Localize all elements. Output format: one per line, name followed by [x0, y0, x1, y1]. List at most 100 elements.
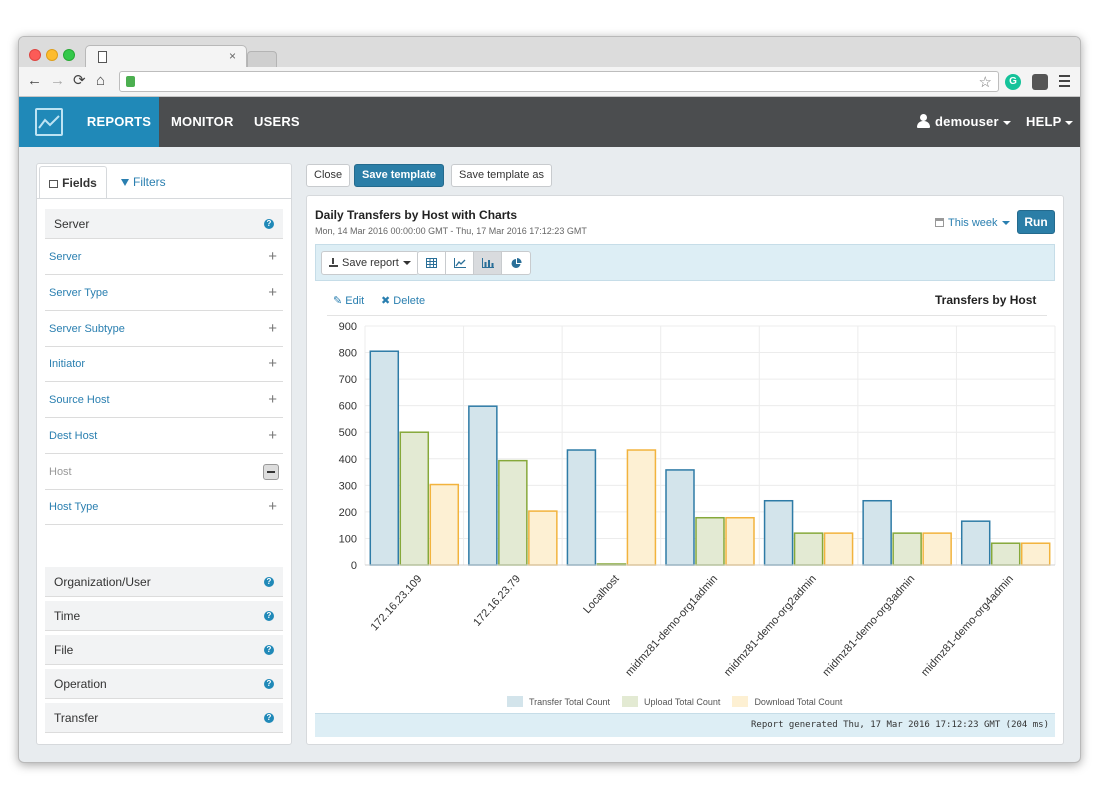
legend-item[interactable]: Transfer Total Count	[507, 696, 610, 707]
close-window-button[interactable]	[29, 49, 41, 61]
report-date-range: Mon, 14 Mar 2016 00:00:00 GMT - Thu, 17 …	[315, 226, 587, 236]
chart-logo-icon	[35, 108, 63, 136]
bar	[468, 405, 498, 566]
field-label: Server	[49, 251, 82, 263]
plus-icon[interactable]: +	[268, 489, 277, 525]
extension-icon[interactable]	[1032, 74, 1048, 90]
bar-chart-view-button[interactable]	[474, 252, 502, 274]
group-transfer[interactable]: Transfer?	[45, 703, 283, 733]
delete-chart-link[interactable]: ✖ Delete	[381, 294, 425, 307]
bar	[960, 520, 991, 566]
minus-icon[interactable]	[263, 464, 279, 480]
pencil-icon: ✎	[333, 295, 346, 307]
line-chart-view-button[interactable]	[446, 252, 474, 274]
address-bar[interactable]: ☆	[119, 71, 999, 92]
help-menu[interactable]: HELP	[1026, 97, 1074, 147]
pie-chart-view-button[interactable]	[502, 252, 530, 274]
home-icon[interactable]: ⌂	[96, 73, 105, 89]
group-label: Transfer	[54, 711, 99, 725]
chevron-down-icon	[1002, 120, 1011, 125]
field-item-server[interactable]: Server +	[45, 239, 283, 275]
close-tab-icon[interactable]: ×	[229, 49, 236, 63]
field-item-initiator[interactable]: Initiator +	[45, 346, 283, 382]
user-menu[interactable]: demouser	[917, 97, 1011, 147]
group-operation[interactable]: Operation?	[45, 669, 283, 699]
download-icon	[329, 258, 338, 267]
forward-icon[interactable]: →	[50, 73, 65, 89]
bar	[725, 516, 755, 566]
bar	[665, 469, 695, 566]
field-label: Initiator	[49, 358, 86, 370]
save-report-button[interactable]: Save report	[321, 251, 419, 275]
group-time[interactable]: Time?	[45, 601, 283, 631]
app-logo[interactable]	[19, 97, 79, 147]
tab-divider	[37, 198, 291, 199]
maximize-window-button[interactable]	[63, 49, 75, 61]
help-icon[interactable]: ?	[264, 713, 274, 723]
y-tick-label: 200	[339, 507, 357, 519]
run-button[interactable]: Run	[1017, 210, 1055, 234]
save-template-button[interactable]: Save template	[354, 164, 444, 187]
close-button[interactable]: Close	[306, 164, 351, 187]
field-item-host-type[interactable]: Host Type +	[45, 489, 283, 525]
view-mode-group	[417, 251, 531, 275]
chevron-down-icon	[1065, 120, 1074, 125]
edit-chart-link[interactable]: ✎ Edit	[333, 294, 364, 307]
bar	[922, 532, 952, 566]
help-icon[interactable]: ?	[264, 577, 274, 587]
table-icon	[426, 258, 437, 268]
columns-icon	[49, 180, 59, 188]
group-server[interactable]: Server ?	[45, 209, 283, 239]
legend-item[interactable]: Upload Total Count	[622, 696, 720, 707]
tab-filters[interactable]: Filters	[121, 166, 166, 198]
y-tick-label: 800	[339, 348, 357, 360]
browser-tab[interactable]: ×	[85, 45, 247, 69]
plus-icon[interactable]: +	[268, 311, 277, 347]
field-label: Server Type	[49, 287, 109, 299]
group-organization-user[interactable]: Organization/User?	[45, 567, 283, 597]
browser-menu-icon[interactable]	[1059, 75, 1070, 90]
nav-reports[interactable]: REPORTS	[79, 97, 159, 147]
x-tick-label: midmz81-demo-org1admin	[623, 573, 720, 679]
save-template-as-button[interactable]: Save template as	[451, 164, 552, 187]
report-footer: Report generated Thu, 17 Mar 2016 17:12:…	[315, 713, 1055, 737]
field-item-dest-host[interactable]: Dest Host +	[45, 418, 283, 454]
new-tab-button[interactable]	[247, 51, 277, 67]
plus-icon[interactable]: +	[268, 382, 277, 418]
plus-icon[interactable]: +	[268, 418, 277, 454]
minimize-window-button[interactable]	[46, 49, 58, 61]
field-item-server-subtype[interactable]: Server Subtype +	[45, 311, 283, 347]
chevron-down-icon	[402, 261, 411, 266]
help-icon[interactable]: ?	[264, 611, 274, 621]
table-view-button[interactable]	[418, 252, 446, 274]
back-icon[interactable]: ←	[27, 73, 42, 89]
period-selector[interactable]: This week	[935, 217, 1010, 229]
bookmark-star-icon[interactable]: ☆	[979, 73, 992, 91]
nav-users[interactable]: USERS	[254, 97, 300, 147]
plus-icon[interactable]: +	[268, 275, 277, 311]
field-item-source-host[interactable]: Source Host +	[45, 382, 283, 418]
x-tick-label: midmz81-demo-org2admin	[722, 573, 819, 679]
plus-icon[interactable]: +	[268, 239, 277, 275]
reload-icon[interactable]: ⟳	[73, 73, 86, 89]
help-icon[interactable]: ?	[264, 645, 274, 655]
plus-icon[interactable]: +	[268, 346, 277, 382]
x-tick-label: 172.16.23.79	[471, 573, 523, 629]
grammarly-extension-icon[interactable]: G	[1005, 74, 1021, 90]
tab-fields[interactable]: Fields	[39, 166, 107, 198]
period-label: This week	[948, 217, 998, 229]
field-label: Host	[49, 466, 72, 478]
bar	[763, 499, 794, 566]
browser-window: × ← → ⟳ ⌂ ☆ G REPORTS MONITOR USERS demo…	[18, 36, 1081, 763]
field-item-server-type[interactable]: Server Type +	[45, 275, 283, 311]
x-tick-label: 172.16.23.109	[369, 573, 425, 633]
nav-monitor[interactable]: MONITOR	[171, 97, 234, 147]
field-item-host[interactable]: Host	[45, 454, 283, 490]
legend-swatch	[732, 696, 749, 707]
help-icon[interactable]: ?	[264, 679, 274, 689]
group-file[interactable]: File?	[45, 635, 283, 665]
help-icon[interactable]: ?	[264, 219, 274, 229]
legend-item[interactable]: Download Total Count	[732, 696, 842, 707]
delete-label: Delete	[393, 295, 426, 307]
field-label: Server Subtype	[49, 323, 125, 335]
